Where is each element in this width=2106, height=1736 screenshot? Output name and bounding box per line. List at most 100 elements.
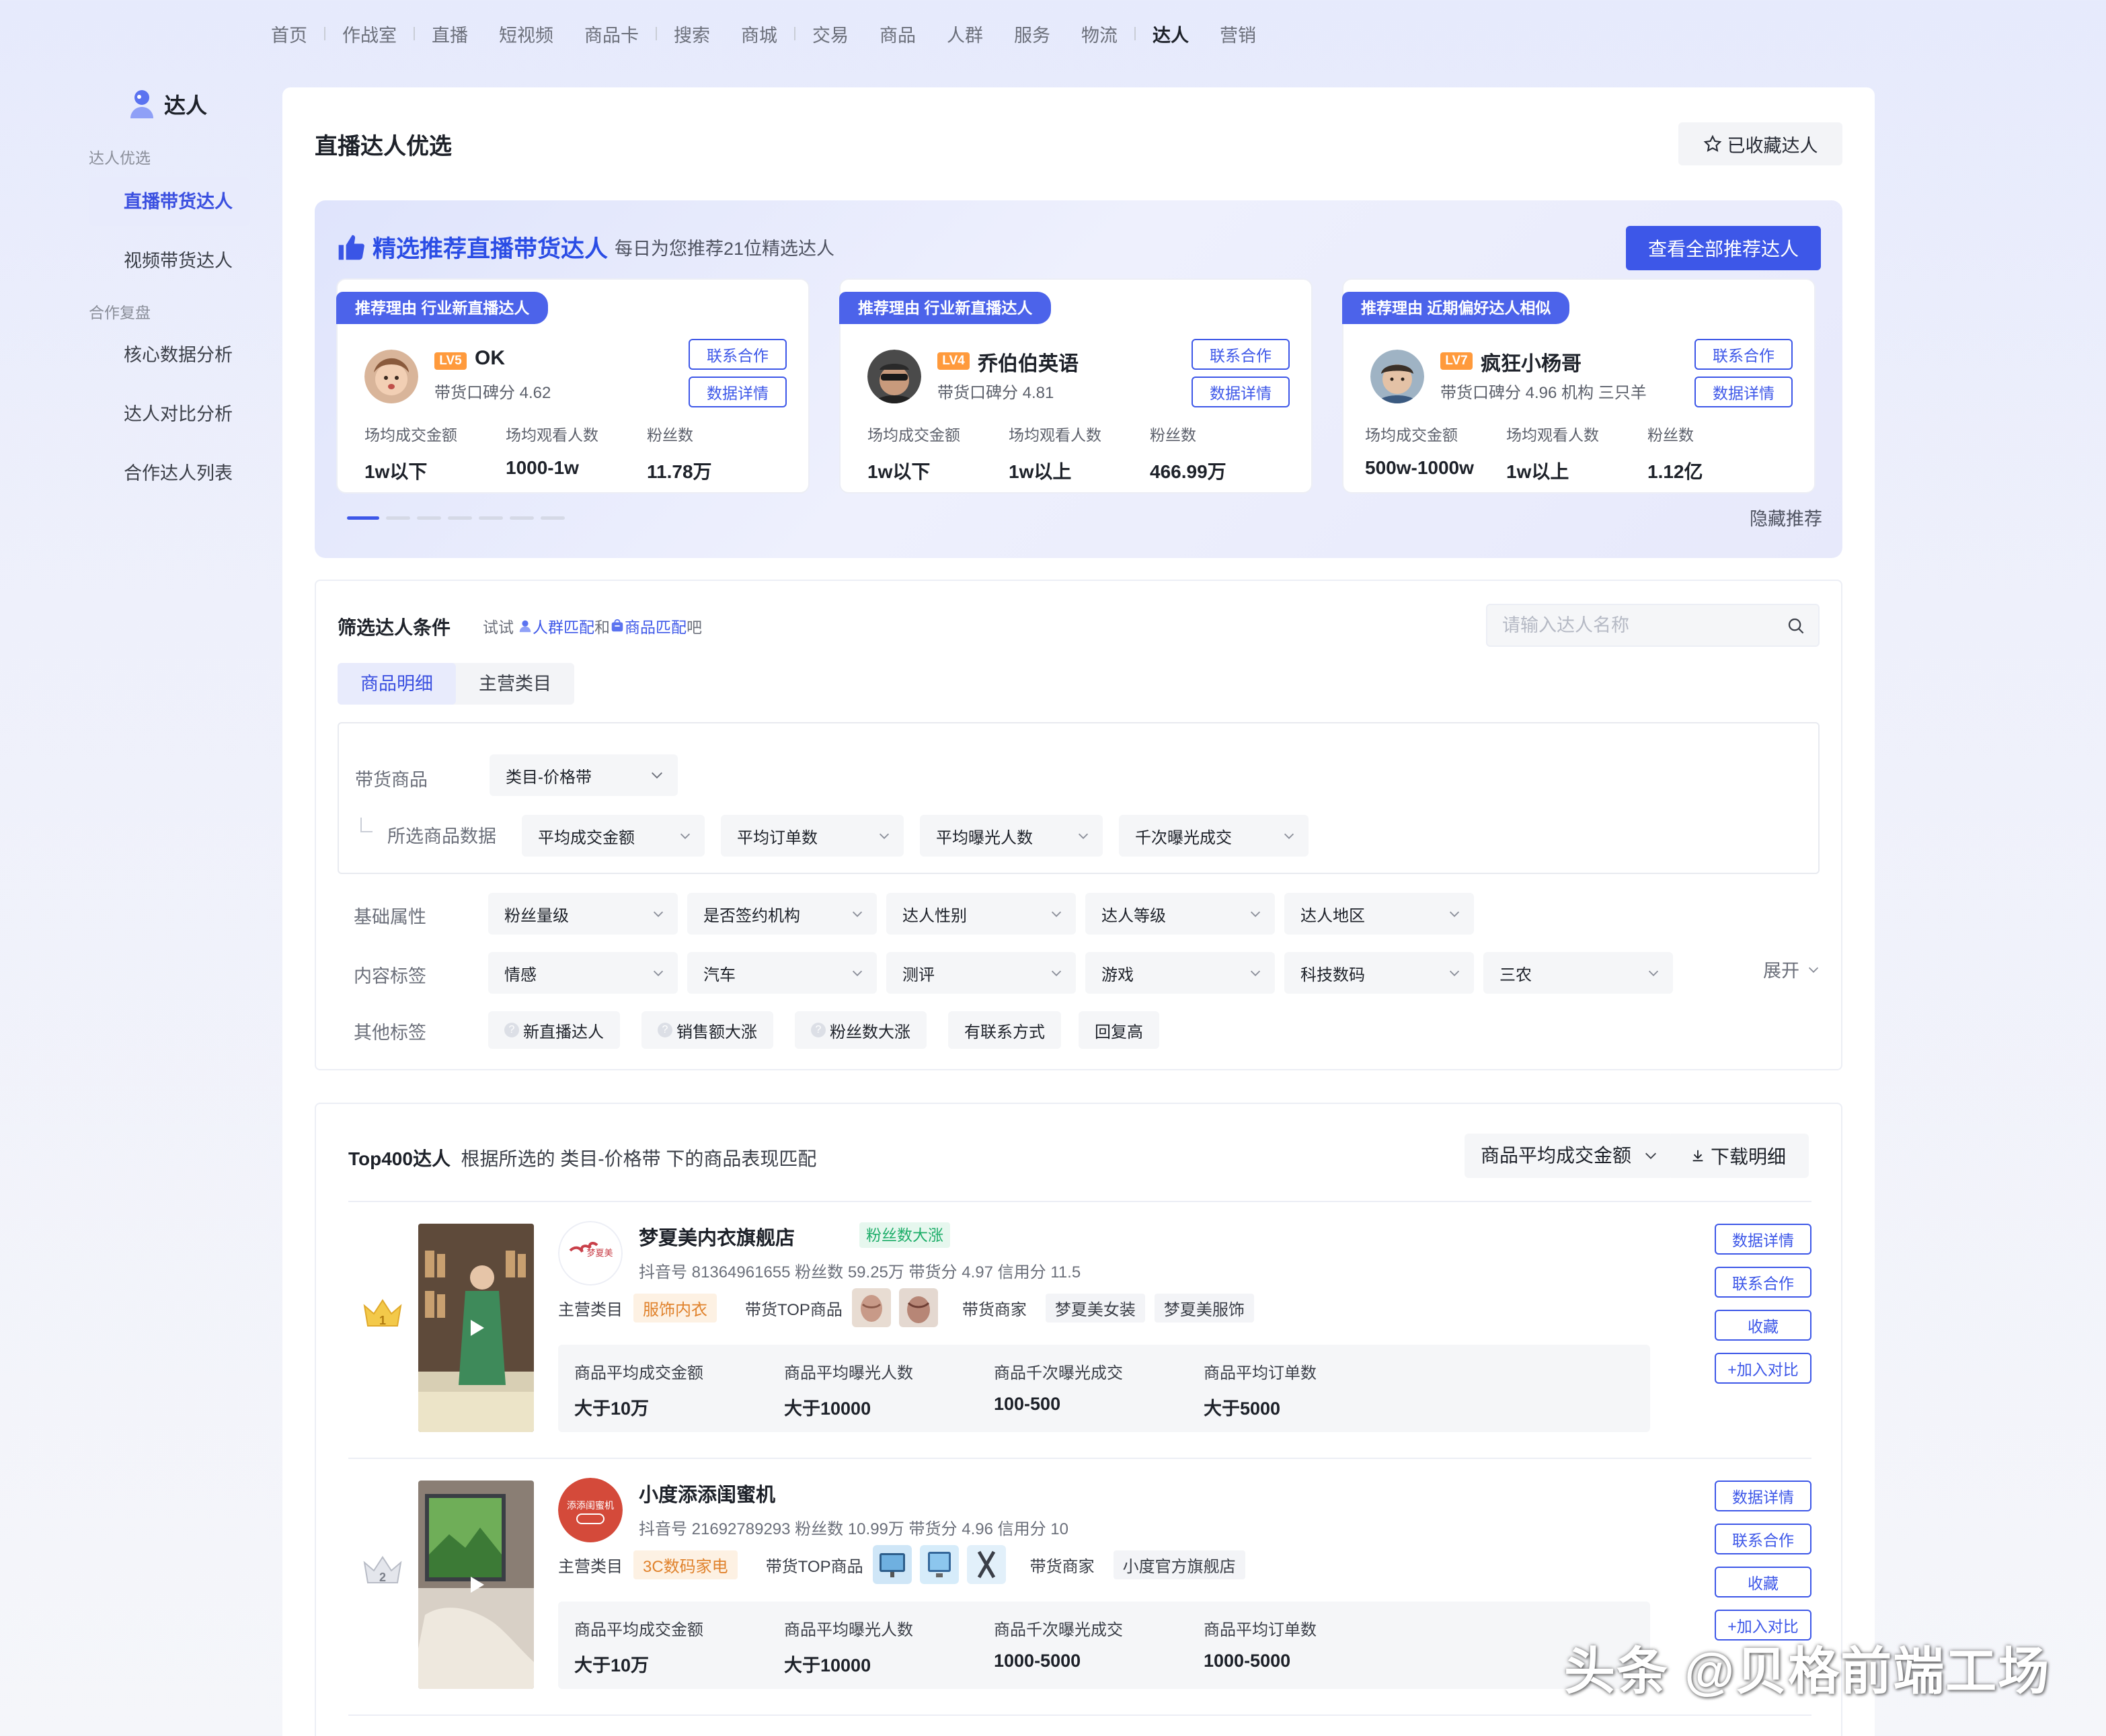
data-detail-button[interactable]: 数据详情 xyxy=(689,377,787,407)
basic-select[interactable]: 达人地区 xyxy=(1284,893,1474,935)
carousel-dot[interactable] xyxy=(541,516,565,520)
sidebar-item-video-talent[interactable]: 视频带货达人 xyxy=(89,237,250,285)
carousel-dot[interactable] xyxy=(479,516,503,520)
nav-service[interactable]: 服务 xyxy=(999,21,1066,47)
crowd-match-link[interactable]: 人群匹配 xyxy=(533,615,594,637)
avatar: 添添闺蜜机 xyxy=(558,1478,623,1542)
sidebar-item-partner-list[interactable]: 合作达人列表 xyxy=(89,449,250,498)
tab-main-category[interactable]: 主营类目 xyxy=(456,663,574,705)
nav-live[interactable]: 直播 xyxy=(416,21,483,47)
data-select[interactable]: 千次曝光成交 xyxy=(1119,815,1309,857)
play-icon[interactable] xyxy=(463,1571,490,1598)
sidebar-title: 达人 xyxy=(164,93,208,118)
product-thumbnail[interactable] xyxy=(966,1545,1006,1584)
category-label: 主营类目 xyxy=(558,1557,623,1576)
basic-select[interactable]: 粉丝量级 xyxy=(488,893,678,935)
content-select[interactable]: 游戏 xyxy=(1085,952,1275,994)
recommend-card[interactable]: 推荐理由 行业新直播达人 LV4 乔伯伯英语 带货口碑分 4.81 联系合作 数… xyxy=(839,278,1313,494)
hide-recommend-link[interactable]: 隐藏推荐 xyxy=(1750,504,1822,530)
favorites-button[interactable]: 已收藏达人 xyxy=(1678,122,1842,165)
carousel-dot[interactable] xyxy=(417,516,441,520)
contact-button[interactable]: 联系合作 xyxy=(1715,1267,1811,1298)
product-thumbnail[interactable] xyxy=(898,1288,938,1327)
content-select[interactable]: 测评 xyxy=(886,952,1076,994)
favorite-button[interactable]: 收藏 xyxy=(1715,1567,1811,1597)
contact-button[interactable]: 联系合作 xyxy=(1715,1524,1811,1554)
data-select[interactable]: 平均订单数 xyxy=(721,815,904,857)
stat-gmv: 商品平均成交金额 大于10万 xyxy=(574,1359,703,1420)
tab-goods-detail[interactable]: 商品明细 xyxy=(338,663,456,705)
talent-name[interactable]: 乔伯伯英语 xyxy=(978,347,1079,377)
product-thumbnail[interactable] xyxy=(872,1545,912,1584)
favorite-button[interactable]: 收藏 xyxy=(1715,1310,1811,1341)
content-select[interactable]: 汽车 xyxy=(687,952,877,994)
tag-chip[interactable]: ? 新直播达人 xyxy=(488,1011,620,1049)
crown-gold-icon: 1 xyxy=(363,1299,402,1327)
add-compare-button[interactable]: +加入对比 xyxy=(1715,1353,1811,1384)
basic-select[interactable]: 达人性别 xyxy=(886,893,1076,935)
nav-goods[interactable]: 商品 xyxy=(864,21,931,47)
metric-label: 粉丝数 xyxy=(1647,426,1694,444)
product-thumbnail[interactable] xyxy=(851,1288,891,1327)
sidebar-item-compare[interactable]: 达人对比分析 xyxy=(89,390,250,438)
data-detail-button[interactable]: 数据详情 xyxy=(1715,1224,1811,1255)
nav-marketing[interactable]: 营销 xyxy=(1204,21,1272,47)
expand-toggle[interactable]: 展开 xyxy=(1763,956,1821,982)
carousel-dot[interactable] xyxy=(448,516,472,520)
data-detail-button[interactable]: 数据详情 xyxy=(1694,377,1793,407)
tag-chip[interactable]: ? 粉丝数大涨 xyxy=(795,1011,927,1049)
talent-name[interactable]: OK xyxy=(475,347,505,370)
contact-button[interactable]: 联系合作 xyxy=(689,339,787,370)
view-all-button[interactable]: 查看全部推荐达人 xyxy=(1626,226,1821,270)
tag-chip[interactable]: 有联系方式 xyxy=(948,1011,1061,1049)
goods-match-link[interactable]: 商品匹配 xyxy=(625,615,687,637)
nav-talent[interactable]: 达人 xyxy=(1137,21,1204,47)
download-button[interactable]: 下载明细 xyxy=(1668,1134,1809,1178)
nav-war-room[interactable]: 作战室 xyxy=(327,21,412,47)
nav-short-video[interactable]: 短视频 xyxy=(483,21,569,47)
sidebar-item-live-talent[interactable]: 直播带货达人 xyxy=(89,177,250,226)
sidebar-header: 达人 xyxy=(129,87,256,121)
goods-select[interactable]: 类目-价格带 xyxy=(490,754,678,796)
play-icon[interactable] xyxy=(463,1314,490,1341)
recommend-card[interactable]: 推荐理由 近期偏好达人相似 LV7 疯狂小杨哥 带货口碑分 4.96 机构 三只… xyxy=(1342,278,1816,494)
talent-name[interactable]: 疯狂小杨哥 xyxy=(1481,347,1582,377)
stat-label: 商品平均成交金额 xyxy=(574,1364,703,1382)
sidebar-group-review: 合作复盘 xyxy=(89,304,151,321)
nav-mall[interactable]: 商城 xyxy=(726,21,793,47)
content-select[interactable]: 情感 xyxy=(488,952,678,994)
search-icon[interactable] xyxy=(1786,616,1806,636)
talent-name[interactable]: 小度添添闺蜜机 xyxy=(639,1479,775,1507)
recommend-card[interactable]: 推荐理由 行业新直播达人 LV5 OK 带货口碑分 4.62 联系合作 数据详情… xyxy=(336,278,810,494)
nav-logistics[interactable]: 物流 xyxy=(1066,21,1133,47)
nav-crowd[interactable]: 人群 xyxy=(931,21,999,47)
data-select[interactable]: 平均曝光人数 xyxy=(920,815,1103,857)
talent-name[interactable]: 梦夏美内衣旗舰店 xyxy=(639,1222,795,1251)
content-select[interactable]: 三农 xyxy=(1483,952,1673,994)
sort-select[interactable]: 商品平均成交金额 xyxy=(1464,1134,1673,1178)
data-select[interactable]: 平均成交金额 xyxy=(522,815,705,857)
sidebar-item-core-data[interactable]: 核心数据分析 xyxy=(89,331,250,379)
carousel-dot[interactable] xyxy=(386,516,410,520)
basic-select[interactable]: 是否签约机构 xyxy=(687,893,877,935)
nav-trade[interactable]: 交易 xyxy=(797,21,864,47)
video-thumbnail[interactable] xyxy=(418,1224,534,1432)
video-thumbnail[interactable] xyxy=(418,1481,534,1689)
metric-label: 粉丝数 xyxy=(647,426,693,444)
contact-button[interactable]: 联系合作 xyxy=(1694,339,1793,370)
nav-home[interactable]: 首页 xyxy=(256,21,323,47)
data-detail-button[interactable]: 数据详情 xyxy=(1715,1481,1811,1511)
search-input[interactable] xyxy=(1487,605,1756,645)
basic-select[interactable]: 达人等级 xyxy=(1085,893,1275,935)
chevron-down-icon xyxy=(1645,1152,1656,1159)
tag-chip[interactable]: 回复高 xyxy=(1079,1011,1159,1049)
content-select[interactable]: 科技数码 xyxy=(1284,952,1474,994)
product-thumbnail[interactable] xyxy=(919,1545,959,1584)
carousel-dot[interactable] xyxy=(510,516,534,520)
tag-chip[interactable]: ? 销售额大涨 xyxy=(641,1011,773,1049)
nav-product-card[interactable]: 商品卡 xyxy=(569,21,654,47)
data-detail-button[interactable]: 数据详情 xyxy=(1192,377,1290,407)
nav-search[interactable]: 搜索 xyxy=(658,21,726,47)
contact-button[interactable]: 联系合作 xyxy=(1192,339,1290,370)
carousel-dot[interactable] xyxy=(347,516,379,520)
